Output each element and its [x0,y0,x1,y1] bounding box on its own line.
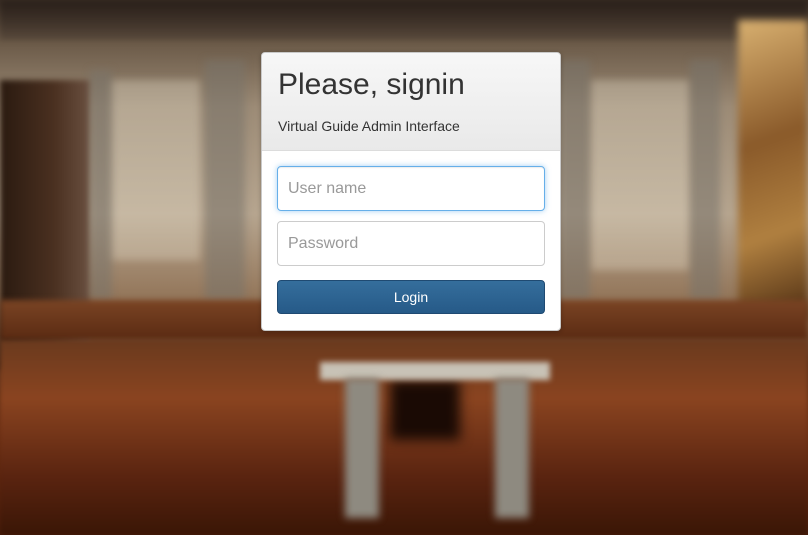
username-input[interactable] [277,166,545,211]
page-title: Please, signin [278,68,465,101]
login-button[interactable]: Login [277,280,545,314]
signin-header: Please, signin Virtual Guide Admin Inter… [262,53,560,151]
signin-form: Login [262,151,560,314]
signin-card: Please, signin Virtual Guide Admin Inter… [261,52,561,331]
password-input[interactable] [277,221,545,266]
page-subtitle: Virtual Guide Admin Interface [278,118,460,134]
